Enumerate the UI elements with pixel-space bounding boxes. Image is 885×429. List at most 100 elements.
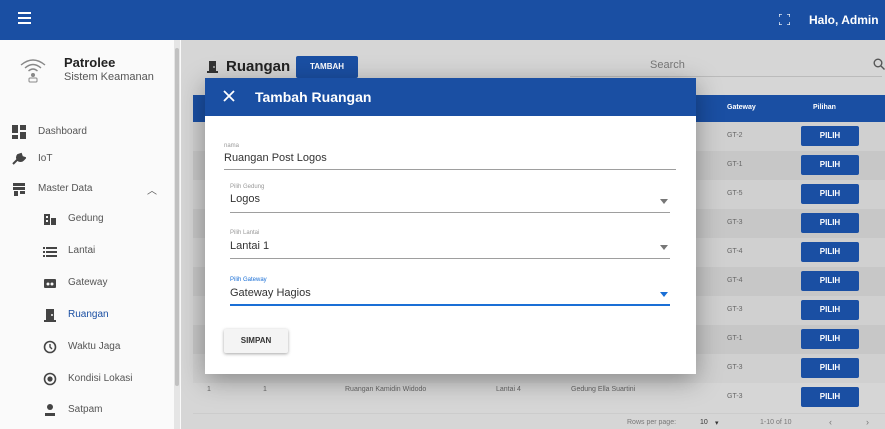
gateway-underline <box>230 304 670 306</box>
lantai-select[interactable]: Lantai 1 <box>230 240 269 252</box>
pilih-button[interactable]: PILIH <box>801 329 859 349</box>
gateway-cell: GT-3 <box>727 306 743 313</box>
sidebar-item-gedung[interactable]: Gedung <box>0 204 174 234</box>
table-footer-divider <box>193 413 885 414</box>
pilih-button[interactable]: PILIH <box>801 184 859 204</box>
menu-icon[interactable] <box>18 12 36 28</box>
gateway-cell: GT-3 <box>727 219 743 226</box>
floor-name: Lantai 4 <box>496 386 521 393</box>
pilih-button[interactable]: PILIH <box>801 155 859 175</box>
rows-per-page-select[interactable]: 10 <box>700 419 708 426</box>
nama-field[interactable]: Ruangan Post Logos <box>224 152 327 164</box>
gateway-cell: GT-5 <box>727 190 743 197</box>
user-greeting[interactable]: Halo, Admin <box>809 13 879 27</box>
next-page-icon[interactable]: › <box>866 417 869 427</box>
sidebar-item-label: Satpam <box>68 404 103 415</box>
dropdown-arrow-icon[interactable] <box>660 292 668 297</box>
sidebar-item-waktu-jaga[interactable]: Waktu Jaga <box>0 332 174 362</box>
dialog-header: Tambah Ruangan <box>205 78 696 116</box>
door-icon <box>207 61 218 73</box>
gateway-cell: GT-2 <box>727 132 743 139</box>
sidebar-item-label: Ruangan <box>68 309 109 320</box>
sidebar-item-satpam[interactable]: Satpam <box>0 395 174 425</box>
gateway-label: Pilih Gateway <box>230 277 267 283</box>
search-icon[interactable] <box>873 58 885 70</box>
store-icon <box>13 183 25 196</box>
wrench-icon <box>12 152 26 165</box>
gedung-select[interactable]: Logos <box>230 193 260 205</box>
save-button[interactable]: SIMPAN <box>224 329 288 353</box>
building-icon <box>44 214 56 225</box>
chevron-down-icon[interactable]: ▾ <box>715 419 719 427</box>
pilih-button[interactable]: PILIH <box>801 242 859 262</box>
brand-subtitle: Sistem Keamanan <box>64 71 154 83</box>
door-icon <box>44 309 56 322</box>
sidebar-item-dashboard[interactable]: Dashboard <box>0 117 174 147</box>
add-room-dialog: Tambah Ruangan nama Ruangan Post Logos P… <box>205 78 696 374</box>
gateway-cell: GT-1 <box>727 161 743 168</box>
gedung-label: Pilih Gedung <box>230 184 265 190</box>
pilih-button[interactable]: PILIH <box>801 271 859 291</box>
add-button[interactable]: TAMBAH <box>296 56 358 78</box>
search-underline <box>570 76 882 77</box>
gedung-underline <box>230 212 670 213</box>
chevron-up-icon: ︿ <box>147 186 157 197</box>
building-name: Gedung Ella Suartini <box>571 386 636 393</box>
sidebar-item-kondisi-lokasi[interactable]: Kondisi Lokasi <box>0 364 174 394</box>
sidebar: Patrolee Sistem Keamanan Dashboard IoT M… <box>0 40 180 429</box>
person-icon <box>45 404 55 416</box>
dialog-title: Tambah Ruangan <box>255 89 372 105</box>
gateway-cell: GT-4 <box>727 277 743 284</box>
row-id: 1 <box>263 386 267 393</box>
clock-icon <box>43 340 57 354</box>
gateway-cell: GT-1 <box>727 335 743 342</box>
column-header-pilihan: Pilihan <box>813 104 836 111</box>
table-row: 1 1 Ruangan Kamidin Widodo Lantai 4 Gedu… <box>193 376 885 405</box>
sidebar-item-lantai[interactable]: Lantai <box>0 236 174 266</box>
sidebar-item-iot[interactable]: IoT <box>0 144 174 174</box>
sidebar-item-ruangan[interactable]: Ruangan <box>0 300 174 330</box>
row-number: 1 <box>207 386 211 393</box>
top-app-bar: Halo, Admin <box>0 0 885 40</box>
dropdown-arrow-icon[interactable] <box>660 245 668 250</box>
gateway-cell: GT-4 <box>727 248 743 255</box>
search-input[interactable]: Search <box>650 59 685 71</box>
pilih-button[interactable]: PILIH <box>801 358 859 378</box>
nama-underline <box>224 169 676 170</box>
sidebar-item-label: Lantai <box>68 245 96 256</box>
router-icon <box>44 279 56 288</box>
page-range: 1-10 of 10 <box>760 419 792 426</box>
room-name: Ruangan Kamidin Widodo <box>345 386 427 393</box>
sidebar-item-master-data[interactable]: Master Data ︿ <box>0 174 174 204</box>
column-header-gateway[interactable]: Gateway <box>727 104 756 111</box>
fullscreen-icon[interactable] <box>779 14 790 25</box>
radio-button-icon <box>43 372 57 386</box>
brand-title: Patrolee <box>64 55 116 70</box>
nama-label: nama <box>224 143 240 149</box>
prev-page-icon[interactable]: ‹ <box>829 417 832 427</box>
close-icon[interactable] <box>223 90 235 102</box>
sidebar-item-label: Gateway <box>68 277 108 288</box>
pilih-button[interactable]: PILIH <box>801 213 859 233</box>
wifi-logo-icon <box>20 59 46 83</box>
sidebar-item-label: Kondisi Lokasi <box>68 373 133 384</box>
sidebar-item-gateway[interactable]: Gateway <box>0 268 174 298</box>
page-title: Ruangan <box>226 58 291 75</box>
sidebar-item-label: Waktu Jaga <box>68 341 121 352</box>
sidebar-item-label: IoT <box>38 153 53 164</box>
rows-per-page-label: Rows per page: <box>627 419 677 426</box>
list-icon <box>43 247 57 257</box>
pilih-button[interactable]: PILIH <box>801 126 859 146</box>
sidebar-item-label: Dashboard <box>38 126 87 137</box>
sidebar-item-label: Master Data <box>38 183 93 194</box>
dropdown-arrow-icon[interactable] <box>660 199 668 204</box>
pilih-button[interactable]: PILIH <box>801 300 859 320</box>
brand: Patrolee Sistem Keamanan <box>0 40 180 102</box>
gateway-cell: GT-3 <box>727 364 743 371</box>
lantai-underline <box>230 258 670 259</box>
dashboard-icon <box>12 125 26 139</box>
sidebar-scroll-thumb[interactable] <box>175 48 179 386</box>
lantai-label: Pilih Lantai <box>230 230 260 236</box>
gateway-select[interactable]: Gateway Hagios <box>230 287 311 299</box>
sidebar-item-label: Gedung <box>68 213 104 224</box>
